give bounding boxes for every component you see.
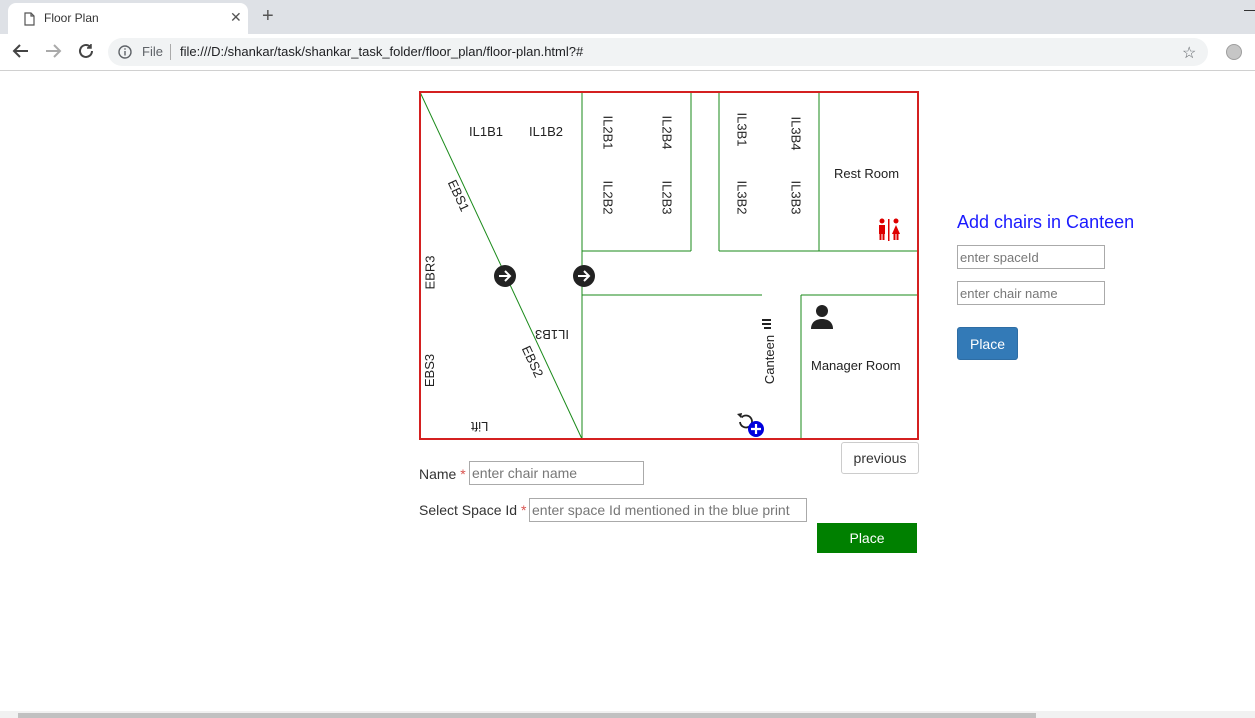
reload-icon[interactable]: [77, 42, 95, 60]
room-label-il3b3: IL3B3: [788, 180, 804, 215]
room-label-il2b1: IL2B1: [600, 115, 616, 150]
name-input[interactable]: [469, 461, 644, 485]
required-mark: *: [460, 466, 466, 482]
room-label-il3b4: IL3B4: [788, 116, 804, 151]
room-label-il1b2: IL1B2: [529, 124, 563, 139]
place-button[interactable]: Place: [817, 523, 917, 553]
room-label-il2b2: IL2B2: [600, 180, 616, 215]
person-icon: [811, 305, 833, 329]
file-label: File: [142, 44, 163, 59]
new-tab-icon[interactable]: +: [262, 5, 274, 28]
browser-toolbar: File file:///D:/shankar/task/shankar_tas…: [0, 34, 1255, 71]
scrollbar-thumb[interactable]: [18, 713, 1036, 718]
required-mark: *: [520, 502, 527, 518]
forward-arrow-icon[interactable]: [44, 42, 62, 60]
document-icon: [24, 12, 35, 26]
room-label-rest-room: Rest Room: [834, 166, 900, 181]
floor-plan: IL1B1 IL1B2 IL2B1 IL2B4 IL2B2 IL2B3 IL3B…: [419, 91, 919, 440]
room-label-il2b3: IL2B3: [659, 180, 675, 215]
address-separator: [170, 44, 171, 60]
profile-icon[interactable]: [1226, 44, 1242, 60]
side-place-button[interactable]: Place: [957, 327, 1018, 360]
arrow-right-icon[interactable]: [494, 265, 516, 287]
tab-bar: Floor Plan ✕ +: [0, 0, 1255, 34]
space-id-label: Select Space Id *: [419, 502, 526, 518]
ebs-diagonal-wall: [419, 91, 583, 440]
plus-icon[interactable]: [748, 421, 764, 437]
side-panel-title: Add chairs in Canteen: [957, 212, 1135, 232]
browser-tab[interactable]: Floor Plan ✕: [8, 3, 248, 34]
minimize-icon[interactable]: [1244, 10, 1255, 11]
bookmark-star-icon[interactable]: ☆: [1182, 43, 1196, 63]
blueprint-space-id-input[interactable]: [529, 498, 807, 522]
cutlery-icon: [762, 319, 771, 329]
name-label: Name *: [419, 466, 466, 482]
room-label-il2b4: IL2B4: [659, 115, 675, 150]
room-label-il1b3: IL1B3: [535, 327, 569, 342]
previous-button[interactable]: previous: [841, 442, 919, 474]
room-label-il1b1: IL1B1: [469, 124, 503, 139]
room-label-manager-room: Manager Room: [811, 358, 901, 373]
room-label-il3b2: IL3B2: [734, 180, 750, 215]
chair-name-input[interactable]: [957, 281, 1105, 305]
arrow-right-icon[interactable]: [573, 265, 595, 287]
space-id-input[interactable]: [957, 245, 1105, 269]
url-text[interactable]: file:///D:/shankar/task/shankar_task_fol…: [180, 44, 583, 59]
room-label-ebr3: EBR3: [422, 255, 438, 290]
back-arrow-icon[interactable]: [12, 42, 30, 60]
room-label-il3b1: IL3B1: [734, 112, 750, 147]
close-tab-icon[interactable]: ✕: [230, 9, 242, 26]
address-bar[interactable]: File file:///D:/shankar/task/shankar_tas…: [108, 38, 1208, 66]
room-label-ebs3: EBS3: [422, 353, 438, 388]
room-label-canteen: Canteen: [762, 334, 778, 385]
tab-title: Floor Plan: [44, 11, 99, 25]
info-icon[interactable]: [118, 45, 132, 59]
restroom-icon: [879, 218, 900, 241]
name-label-text: Name: [419, 466, 457, 482]
space-id-label-text: Select Space Id: [419, 502, 518, 518]
room-label-lift: Lift: [471, 419, 489, 434]
